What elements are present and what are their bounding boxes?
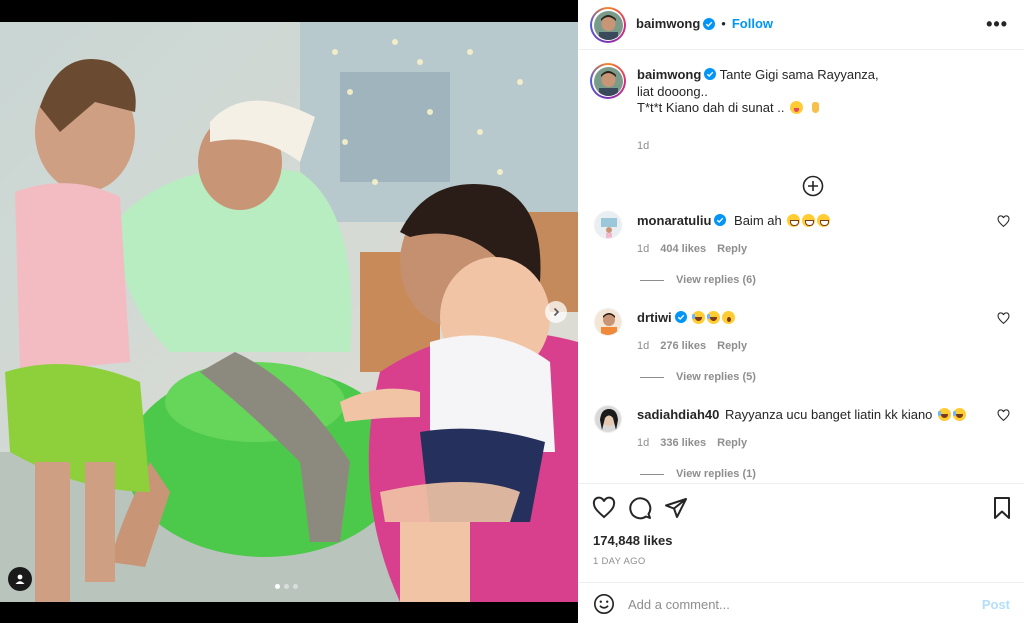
caption-author-username[interactable]: baimwong [637, 67, 701, 82]
comment-time: 1d [637, 437, 650, 449]
emoji-icon [692, 311, 706, 324]
comment-item: drtiwi 1d 276 likes Reply View replies (… [590, 308, 1010, 398]
heart-icon[interactable] [997, 215, 1010, 228]
post-photo[interactable] [0, 22, 578, 602]
replies-divider [640, 279, 664, 281]
verified-badge-icon [714, 214, 727, 226]
carousel-dot [284, 584, 289, 589]
avatar-image [595, 406, 621, 432]
header-author: baimwong • Follow [636, 16, 773, 31]
comment-likes[interactable]: 276 likes [660, 340, 706, 352]
avatar-image [593, 10, 623, 40]
comment-time: 1d [637, 340, 650, 352]
comment-meta: 1d 276 likes Reply [637, 340, 747, 352]
author-avatar[interactable] [590, 7, 626, 43]
post-date: 1 DAY AGO [593, 556, 646, 567]
carousel-dot [275, 584, 280, 589]
comment-avatar[interactable] [594, 405, 622, 433]
comment-message: Baim ah [734, 213, 782, 228]
heart-icon[interactable] [997, 312, 1010, 325]
header-separator: • [721, 16, 726, 31]
comment-item: monaratuliu Baim ah 1d 404 likes Reply V… [590, 211, 1010, 301]
replies-divider [640, 376, 664, 378]
reply-button[interactable]: Reply [717, 340, 747, 352]
emoji-icon [817, 214, 831, 227]
user-tag-icon [15, 574, 25, 584]
caption-timestamp: 1d [637, 140, 650, 152]
emoji-icon [938, 408, 952, 421]
comment-avatar[interactable] [594, 308, 622, 336]
emoji-icon [802, 214, 816, 227]
emoji-icon [790, 101, 804, 114]
heart-icon[interactable] [997, 409, 1010, 422]
post-header: baimwong • Follow ••• [578, 0, 1024, 50]
emoji-icon [722, 311, 736, 324]
caption-text: baimwong Tante Gigi sama Rayyanza, liat … [637, 67, 997, 117]
comment-meta: 1d 336 likes Reply [637, 437, 747, 449]
view-replies-label: View replies (6) [676, 274, 756, 286]
post-comment-button[interactable]: Post [982, 597, 1010, 612]
share-icon[interactable] [664, 496, 688, 520]
caption-line: liat dooong.. [637, 83, 708, 99]
view-replies-button[interactable]: View replies (1) [640, 468, 756, 480]
reply-button[interactable]: Reply [717, 437, 747, 449]
carousel-indicator [275, 584, 298, 589]
comment-text: monaratuliu Baim ah [637, 213, 977, 229]
caption-author-avatar[interactable] [590, 63, 626, 99]
comment-input[interactable]: Add a comment... [628, 597, 730, 612]
comment-time: 1d [637, 243, 650, 255]
post-actions: 174,848 likes 1 DAY AGO [578, 483, 1024, 581]
follow-button[interactable]: Follow [732, 16, 773, 31]
reply-button[interactable]: Reply [717, 243, 747, 255]
comments-list[interactable]: baimwong Tante Gigi sama Rayyanza, liat … [578, 51, 1024, 483]
emoji-icon [809, 101, 822, 114]
emoji-icon [707, 311, 721, 324]
plus-circle-icon[interactable] [802, 175, 824, 197]
view-replies-button[interactable]: View replies (6) [640, 274, 756, 286]
carousel-dot [293, 584, 298, 589]
comment-username[interactable]: monaratuliu [637, 213, 711, 228]
emoji-icon [953, 408, 967, 421]
avatar-image [595, 212, 621, 238]
comment-likes[interactable]: 404 likes [660, 243, 706, 255]
comment-message: Rayyanza ucu banget liatin kk kiano [725, 407, 933, 422]
photo-illustration [0, 22, 578, 602]
verified-badge-icon [704, 68, 717, 80]
comment-icon[interactable] [628, 496, 652, 520]
view-replies-label: View replies (5) [676, 371, 756, 383]
emoji-picker-icon[interactable] [593, 593, 615, 615]
caption-line: Tante Gigi sama Rayyanza, [719, 67, 879, 82]
view-replies-label: View replies (1) [676, 468, 756, 480]
view-replies-button[interactable]: View replies (5) [640, 371, 756, 383]
post-sidebar: baimwong • Follow ••• baimwong Tante Gig… [578, 0, 1024, 623]
more-options-icon[interactable]: ••• [986, 14, 1008, 35]
add-comment-bar: Add a comment... Post [578, 582, 1024, 623]
comment-avatar[interactable] [594, 211, 622, 239]
tagged-users-button[interactable] [8, 567, 32, 591]
comment-text: sadiahdiah40 Rayyanza ucu banget liatin … [637, 407, 977, 423]
avatar-image [593, 66, 623, 96]
comment-username[interactable]: drtiwi [637, 310, 672, 325]
verified-badge-icon [703, 17, 716, 30]
comment-likes[interactable]: 336 likes [660, 437, 706, 449]
post-media [0, 0, 578, 623]
carousel-next-button[interactable] [545, 301, 567, 323]
avatar-image [595, 309, 621, 335]
heart-icon[interactable] [592, 496, 616, 520]
caption-line: T*t*t Kiano dah di sunat .. [637, 100, 785, 115]
emoji-icon [787, 214, 801, 227]
comment-username[interactable]: sadiahdiah40 [637, 407, 719, 422]
replies-divider [640, 473, 664, 475]
author-username[interactable]: baimwong [636, 16, 700, 31]
likes-count[interactable]: 174,848 likes [593, 533, 673, 548]
verified-badge-icon [674, 311, 687, 323]
chevron-right-icon [553, 307, 560, 317]
comment-text: drtiwi [637, 310, 977, 326]
comment-item: sadiahdiah40 Rayyanza ucu banget liatin … [590, 405, 1010, 483]
comment-meta: 1d 404 likes Reply [637, 243, 747, 255]
bookmark-icon[interactable] [990, 496, 1014, 520]
